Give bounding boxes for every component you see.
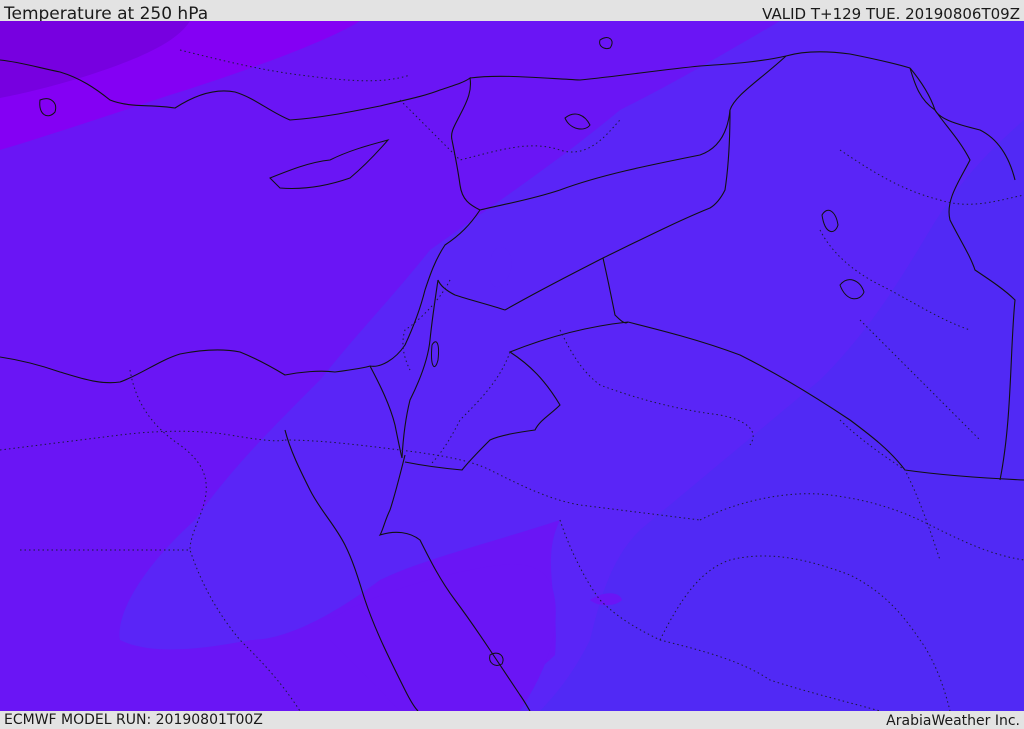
weather-map (0, 21, 1024, 711)
model-run: ECMWF MODEL RUN: 20190801T00Z (4, 712, 263, 728)
credit: ArabiaWeather Inc. (886, 713, 1020, 729)
